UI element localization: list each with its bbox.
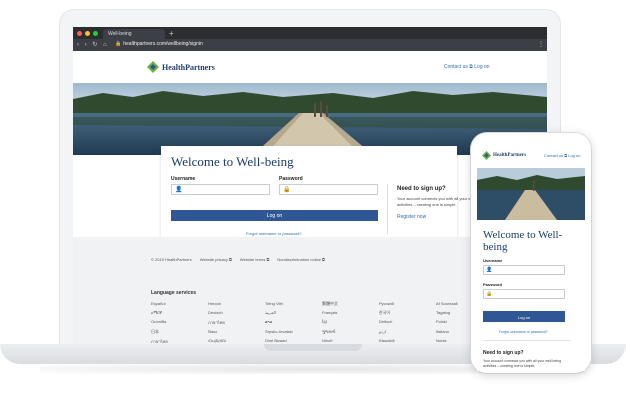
page-title: Welcome to Well-being — [171, 154, 294, 169]
language-link[interactable]: Deitsch — [379, 319, 436, 326]
minimize-window-button[interactable] — [85, 31, 90, 36]
username-input[interactable] — [184, 185, 264, 194]
lock-icon: 🔒 — [115, 41, 122, 47]
phone-username-field[interactable]: 👤 — [483, 265, 565, 275]
phone-signup-title: Need to sign up? — [483, 350, 524, 356]
copyright-text: © 2019 HealthPartners — [151, 257, 192, 262]
login-card: Welcome to Well-being Username 👤 Passwor… — [161, 146, 486, 238]
logo-text: HealthPartners — [162, 62, 215, 72]
language-link[interactable]: ગુજરાતી — [322, 329, 379, 335]
username-field[interactable]: 👤 — [171, 184, 270, 195]
phone-username-label: Username — [483, 258, 503, 263]
phone-hero-image — [477, 168, 585, 220]
password-input[interactable] — [292, 185, 372, 194]
user-icon: 👤 — [486, 267, 493, 273]
phone-header-links: Contact us ⧉ Log on — [544, 153, 580, 158]
card-divider — [387, 184, 388, 234]
laptop-notch — [264, 344, 362, 351]
site-header: HealthPartners Contact us ⧉ Log on — [73, 51, 547, 83]
contact-us-link[interactable]: Contact us ⧉ — [444, 64, 473, 70]
language-link[interactable]: Français — [322, 310, 379, 316]
language-link[interactable]: اردو — [379, 329, 436, 335]
language-link[interactable]: Русский — [379, 301, 436, 307]
forgot-credentials-link[interactable]: Forgot username or password? — [246, 231, 302, 236]
language-link[interactable]: 繁體中文 — [322, 301, 379, 307]
log-on-link[interactable]: Log on — [568, 153, 580, 158]
contact-us-link[interactable]: Contact us ⧉ — [544, 153, 567, 158]
language-link[interactable]: Oromiffa — [151, 319, 208, 326]
footer-links: © 2019 HealthPartners Website privacy ⧉ … — [151, 257, 325, 262]
language-link[interactable]: ខ្មែរ — [322, 319, 379, 326]
phone-screen: HealthPartners Contact us ⧉ Log on Welco… — [477, 145, 585, 371]
language-link[interactable]: Español — [151, 301, 208, 307]
navigation-icons[interactable]: ‹ › ↻ ⌂ — [77, 40, 109, 50]
browser-menu-icon[interactable]: ⋮ — [538, 40, 544, 50]
logo-mark-icon — [147, 61, 159, 73]
healthpartners-logo[interactable]: HealthPartners — [147, 61, 215, 73]
language-link[interactable]: Ɓasɔ — [208, 329, 265, 335]
lock-icon: 🔒 — [486, 291, 493, 297]
phone-page-title: Welcome to Well-being — [483, 229, 563, 253]
address-row: ‹ › ↻ ⌂ 🔒 healthpartners.com/wellbeing/si… — [73, 39, 547, 51]
logo-text: HealthPartners — [493, 153, 527, 158]
phone-frame: HealthPartners Contact us ⧉ Log on Welco… — [471, 133, 591, 373]
language-link[interactable]: Tiếng Việt — [265, 301, 322, 307]
username-label: Username — [171, 176, 196, 182]
language-link[interactable]: العربية — [265, 310, 322, 316]
language-link[interactable]: Deutsch — [208, 310, 265, 316]
logo-mark-icon — [482, 151, 491, 160]
lock-icon: 🔒 — [283, 187, 291, 193]
language-link[interactable]: ภาษาไทย — [208, 319, 265, 326]
signup-title: Need to sign up? — [397, 186, 446, 192]
privacy-link[interactable]: Website privacy ⧉ — [200, 257, 232, 262]
register-now-link[interactable]: Register now — [397, 214, 426, 220]
phone-log-on-button[interactable]: Log on — [483, 311, 565, 322]
language-link[interactable]: ລາວ — [265, 319, 322, 326]
window-controls — [77, 31, 98, 36]
header-links: Contact us ⧉ Log on — [444, 64, 490, 70]
terms-link[interactable]: Website terms ⧉ — [240, 257, 269, 262]
language-link[interactable]: Srpsko-hrvatski — [265, 329, 322, 335]
nondiscrimination-link[interactable]: Nondiscrimination notice ⧉ — [277, 257, 325, 262]
language-link[interactable]: 日本 — [151, 329, 208, 335]
browser-tab[interactable]: Well-being — [103, 29, 165, 39]
password-field[interactable]: 🔒 — [279, 184, 378, 195]
log-on-link[interactable]: Log on — [474, 64, 489, 70]
phone-forgot-credentials-link[interactable]: Forgot username or password? — [499, 330, 548, 334]
language-link[interactable]: አማርኛ — [151, 310, 208, 316]
address-bar[interactable]: 🔒 healthpartners.com/wellbeing/signin — [115, 40, 485, 49]
phone-divider — [483, 340, 571, 341]
log-on-button[interactable]: Log on — [171, 210, 378, 221]
lake-dock-image — [477, 168, 585, 220]
language-link[interactable]: Hmoob — [208, 301, 265, 307]
url-text: healthpartners.com/wellbeing/signin — [123, 41, 203, 47]
password-label: Password — [279, 176, 303, 182]
new-tab-button[interactable]: + — [169, 29, 174, 39]
close-window-button[interactable] — [77, 31, 82, 36]
language-link[interactable]: 한국어 — [379, 310, 436, 316]
phone-password-field[interactable]: 🔒 — [483, 289, 565, 299]
language-services-title: Language services — [151, 290, 197, 296]
phone-signup-text: Your account connects you with all your … — [483, 359, 562, 368]
phone-healthpartners-logo[interactable]: HealthPartners — [482, 151, 526, 160]
phone-password-label: Password — [483, 282, 502, 287]
user-icon: 👤 — [175, 187, 183, 193]
maximize-window-button[interactable] — [93, 31, 98, 36]
